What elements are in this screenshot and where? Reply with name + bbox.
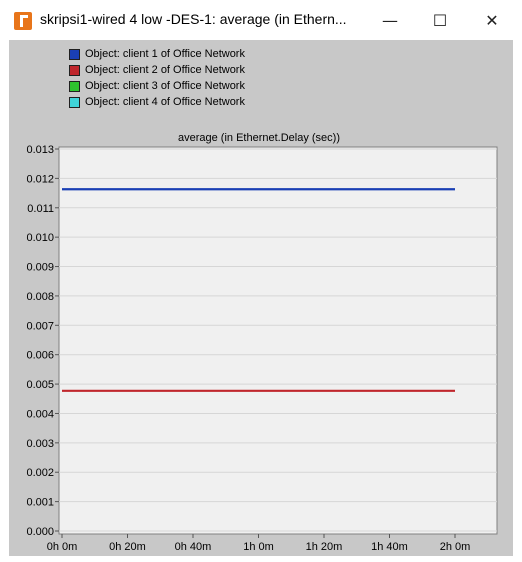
y-tick-label: 0.002 (26, 467, 54, 479)
maximize-button[interactable]: ☐ (422, 6, 458, 34)
chart-title: average (in Ethernet.Delay (sec)) (178, 132, 340, 144)
y-tick-label: 0.007 (26, 320, 54, 332)
chart-window: skripsi1-wired 4 low -DES-1: average (in… (0, 0, 522, 562)
chart-panel: Object: client 1 of Office Network Objec… (9, 40, 513, 556)
y-tick-label: 0.005 (26, 379, 54, 391)
x-tick-label: 0h 40m (175, 541, 212, 553)
line-chart: average (in Ethernet.Delay (sec)) 0.0000… (26, 132, 498, 553)
plot-area (58, 146, 498, 535)
y-tick-label: 0.008 (26, 291, 54, 303)
maximize-icon: ☐ (432, 10, 448, 30)
y-tick-label: 0.011 (27, 203, 54, 215)
y-tick-label: 0.009 (26, 262, 54, 274)
window-title: skripsi1-wired 4 low -DES-1: average (in… (40, 11, 347, 27)
y-tick-label: 0.006 (26, 350, 54, 362)
y-tick-label: 0.001 (26, 497, 54, 509)
x-tick-label: 0h 20m (109, 541, 146, 553)
app-icon (14, 12, 32, 30)
y-tick-label: 0.012 (26, 173, 54, 185)
x-tick-label: 0h 0m (47, 541, 78, 553)
title-bar[interactable]: skripsi1-wired 4 low -DES-1: average (in… (0, 0, 522, 40)
y-tick-label: 0.003 (26, 438, 54, 450)
x-tick-label: 2h 0m (440, 541, 471, 553)
minimize-icon: — (382, 10, 398, 30)
y-tick-label: 0.010 (26, 232, 54, 244)
x-tick-label: 1h 40m (371, 541, 408, 553)
y-tick-label: 0.013 (26, 144, 54, 156)
close-icon: ✕ (485, 10, 499, 30)
minimize-button[interactable]: — (372, 6, 408, 34)
x-axis: 0h 0m 0h 20m 0h 40m 1h 0m 1h 20m 1h 40m 2h 0m (47, 534, 471, 553)
y-axis: 0.000 0.001 0.002 0.003 0.004 0.005 0.006 0.007… (26, 144, 59, 538)
y-tick-label: 0.004 (26, 408, 54, 420)
x-tick-label: 1h 0m (243, 541, 274, 553)
y-tick-label: 0.000 (26, 526, 54, 538)
x-tick-label: 1h 20m (306, 541, 343, 553)
close-button[interactable]: ✕ (474, 6, 510, 34)
